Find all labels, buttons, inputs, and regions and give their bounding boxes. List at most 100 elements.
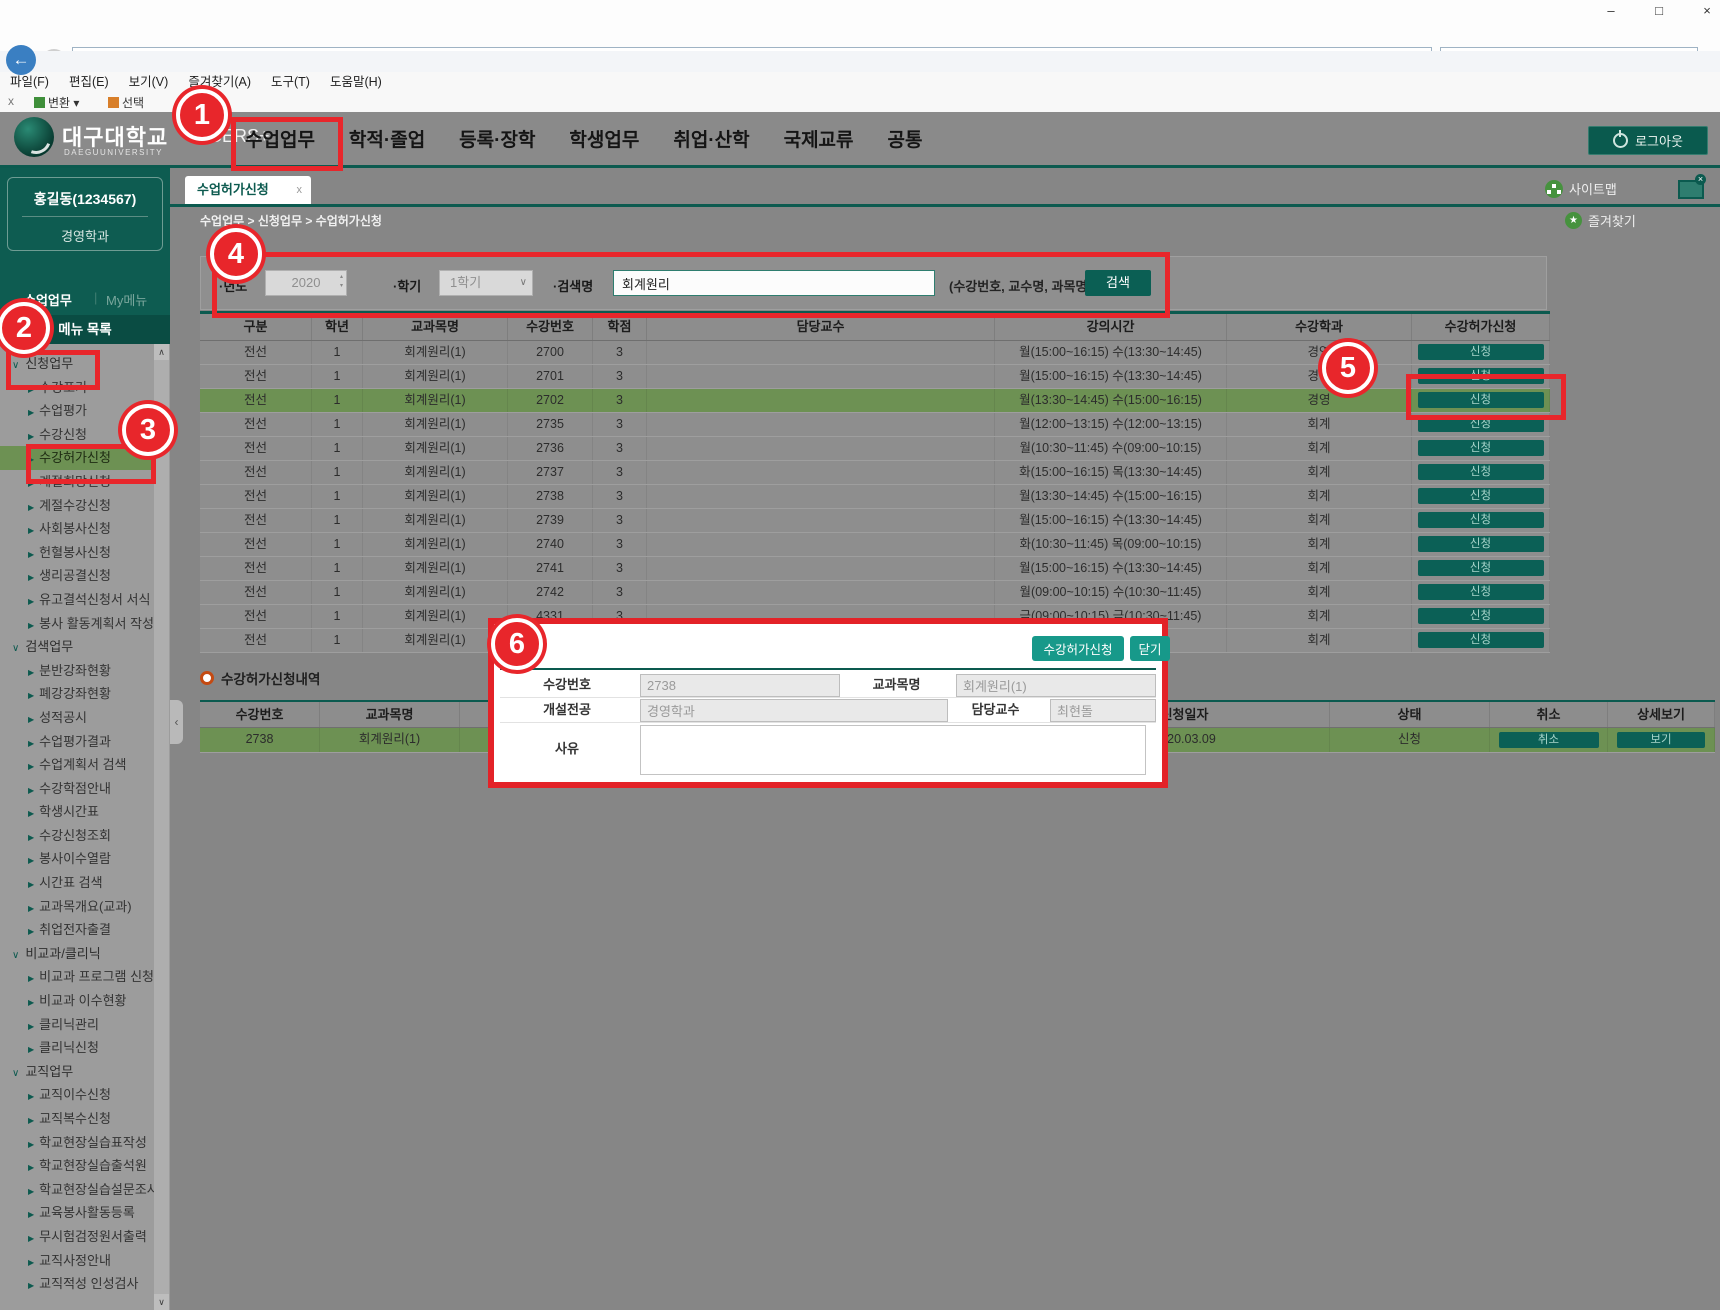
page-tab[interactable]: 수업허가신청 x <box>185 176 311 204</box>
major-field[interactable] <box>640 699 948 722</box>
table-cell: 전선 <box>200 629 312 652</box>
sidebar-item[interactable]: ▶봉사이수열람 <box>0 847 154 871</box>
cancel-button[interactable]: 취소 <box>1499 732 1599 748</box>
sidebar-item[interactable]: ▶교육봉사활동등록 <box>0 1201 154 1225</box>
convert-button[interactable]: 변환 ▾ <box>34 94 79 111</box>
course-name-field[interactable] <box>956 674 1156 697</box>
logout-button[interactable]: 로그아웃 <box>1588 126 1708 155</box>
sidebar-item[interactable]: ▶수강신청조회 <box>0 824 154 848</box>
modal-row-1: 수강번호 교과목명 <box>500 672 1156 698</box>
sidebar-item[interactable]: ▶취업전자출결 <box>0 918 154 942</box>
sidebar-item[interactable]: ▶학교현장실습출석원 <box>0 1154 154 1178</box>
browser-menu-item[interactable]: 도구(T) <box>271 72 310 92</box>
table-cell: 회계원리(1) <box>363 629 508 652</box>
window-titlebar: – □ × <box>0 0 1720 22</box>
apply-button[interactable]: 신청 <box>1418 584 1544 600</box>
browser-menu-item[interactable]: 편집(E) <box>69 72 109 92</box>
sidebar-item[interactable]: ▶교직복수신청 <box>0 1107 154 1131</box>
table-cell: 1 <box>312 605 363 628</box>
close-button[interactable]: × <box>1690 2 1720 20</box>
sidebar-item[interactable]: ▶비교과 이수현황 <box>0 989 154 1013</box>
browser-menu-item[interactable]: 파일(F) <box>10 72 49 92</box>
professor-field[interactable] <box>1050 699 1156 722</box>
sidebar-tab-mymenu[interactable]: My메뉴 <box>106 290 147 309</box>
toolbar-close-button[interactable]: x <box>8 94 14 108</box>
sidebar-item[interactable]: ▶학생시간표 <box>0 800 154 824</box>
favorites-link[interactable]: ★ 즐겨찾기 <box>1565 211 1636 230</box>
sidebar-item[interactable]: ▶교직적성 인성검사 <box>0 1272 154 1296</box>
table-cell: 2735 <box>508 413 593 436</box>
sidebar-item[interactable]: ▶사회봉사신청 <box>0 517 154 541</box>
browser-menu-item[interactable]: 도움말(H) <box>330 72 382 92</box>
table-row: 전선1회계원리(1)27363월(10:30~11:45) 수(09:00~10… <box>200 437 1550 461</box>
sidebar-item[interactable]: ▶학교현장실습설문조사 <box>0 1178 154 1202</box>
back-button[interactable]: ← <box>6 45 36 75</box>
sidebar-collapse-handle[interactable]: ‹ <box>170 700 183 744</box>
sidebar-item[interactable]: ▶수업계획서 검색 <box>0 753 154 777</box>
nav-item-공통[interactable]: 공통 <box>888 125 923 152</box>
sidebar-item[interactable]: ▶수업평가결과 <box>0 730 154 754</box>
sidebar-item[interactable]: ▶교직이수신청 <box>0 1083 154 1107</box>
reason-textarea[interactable] <box>640 725 1146 775</box>
sidebar-item[interactable]: ▶성적공시 <box>0 706 154 730</box>
table-cell: 1 <box>312 341 363 364</box>
browser-menu-item[interactable]: 보기(V) <box>129 72 169 92</box>
arrow-right-icon: ▶ <box>28 1140 34 1149</box>
sidebar-item[interactable]: ▶계절수강신청 <box>0 494 154 518</box>
nav-item-국제교류[interactable]: 국제교류 <box>784 125 854 152</box>
sidebar-section[interactable]: ∨검색업무 <box>0 635 154 659</box>
apply-button[interactable]: 신청 <box>1418 608 1544 624</box>
table-cell: 회계 <box>1227 533 1412 556</box>
apply-button[interactable]: 신청 <box>1418 488 1544 504</box>
sidebar-item[interactable]: ▶클리닉신청 <box>0 1036 154 1060</box>
apply-button[interactable]: 신청 <box>1418 512 1544 528</box>
sidebar-item[interactable]: ▶생리공결신청 <box>0 564 154 588</box>
modal-close-button[interactable]: 닫기 <box>1130 636 1170 661</box>
reason-label: 사유 <box>500 722 634 776</box>
sidebar-item[interactable]: ▶봉사 활동계획서 작성 <box>0 612 154 636</box>
table-cell <box>647 533 995 556</box>
table-cell: 전선 <box>200 581 312 604</box>
sidebar-item[interactable]: ▶교과목개요(교과) <box>0 895 154 919</box>
nav-item-학생업무[interactable]: 학생업무 <box>569 125 639 152</box>
maximize-button[interactable]: □ <box>1642 2 1676 20</box>
view-button[interactable]: 보기 <box>1617 732 1705 748</box>
minimize-button[interactable]: – <box>1594 2 1628 20</box>
sidebar-section[interactable]: ∨교직업무 <box>0 1060 154 1084</box>
sitemap-link[interactable]: 사이트맵 <box>1545 179 1617 198</box>
modal-apply-button[interactable]: 수강허가신청 <box>1032 636 1124 661</box>
table-cell: 1 <box>312 581 363 604</box>
sidebar-scrollbar[interactable]: ∧ ∨ <box>154 344 169 1310</box>
sidebar-item[interactable]: ▶비교과 프로그램 신청 <box>0 965 154 989</box>
apply-button[interactable]: 신청 <box>1418 560 1544 576</box>
nav-item-취업·산학[interactable]: 취업·산학 <box>673 125 749 152</box>
page-tab-close-icon[interactable]: x <box>297 176 303 204</box>
sidebar-item[interactable]: ▶폐강강좌현황 <box>0 682 154 706</box>
apply-button[interactable]: 신청 <box>1418 632 1544 648</box>
scroll-down-icon[interactable]: ∨ <box>154 1294 169 1310</box>
sidebar-item[interactable]: ▶수강학점안내 <box>0 777 154 801</box>
apply-button[interactable]: 신청 <box>1418 464 1544 480</box>
sidebar-item[interactable]: ▶헌혈봉사신청 <box>0 541 154 565</box>
close-all-tabs-icon[interactable] <box>1678 180 1704 199</box>
sidebar-section[interactable]: ∨비교과/클리닉 <box>0 942 154 966</box>
sidebar-item[interactable]: ▶시간표 검색 <box>0 871 154 895</box>
apply-button[interactable]: 신청 <box>1418 536 1544 552</box>
sidebar-item[interactable]: ▶학교현장실습표작성 <box>0 1131 154 1155</box>
chevron-down-icon: ∨ <box>12 1068 19 1079</box>
sidebar-item[interactable]: ▶유고결석신청서 서식 <box>0 588 154 612</box>
apply-button[interactable]: 신청 <box>1418 344 1544 360</box>
sidebar-item[interactable]: ▶클리닉관리 <box>0 1013 154 1037</box>
nav-item-등록·장학[interactable]: 등록·장학 <box>459 125 535 152</box>
scroll-up-icon[interactable]: ∧ <box>154 344 169 360</box>
course-no-field[interactable] <box>640 674 840 697</box>
select-button[interactable]: 선택 <box>108 94 144 111</box>
nav-item-학적·졸업[interactable]: 학적·졸업 <box>349 125 425 152</box>
screen: – □ × ← → e https://tigersstd.daegu.ac.k… <box>0 0 1720 1310</box>
apply-button[interactable]: 신청 <box>1418 440 1544 456</box>
sidebar-item[interactable]: ▶교직사정안내 <box>0 1249 154 1273</box>
favorites-label: 즐겨찾기 <box>1588 211 1636 230</box>
sidebar-item[interactable]: ▶무시험검정원서출력 <box>0 1225 154 1249</box>
arrow-right-icon: ▶ <box>28 904 34 913</box>
sidebar-item[interactable]: ▶분반강좌현황 <box>0 659 154 683</box>
